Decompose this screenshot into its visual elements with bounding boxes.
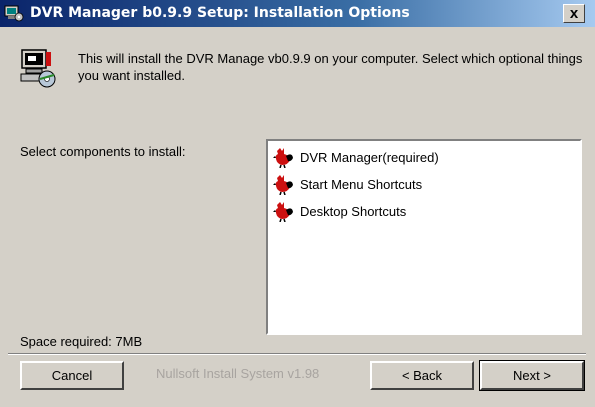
- close-button[interactable]: x: [563, 4, 585, 23]
- component-desktop-shortcuts[interactable]: Desktop Shortcuts: [272, 200, 406, 222]
- component-label: DVR Manager(required): [300, 149, 439, 165]
- rooster-icon: [273, 175, 293, 195]
- components-list[interactable]: DVR Manager(required) Start Menu Shortcu…: [266, 139, 582, 335]
- setup-window: DVR Manager b0.9.9 Setup: Installation O…: [0, 0, 595, 407]
- rooster-icon: [273, 148, 293, 168]
- next-button[interactable]: Next >: [479, 360, 585, 391]
- header-description: This will install the DVR Manage vb0.9.9…: [78, 51, 583, 83]
- back-button[interactable]: < Back: [370, 361, 474, 390]
- title-bar[interactable]: DVR Manager b0.9.9 Setup: Installation O…: [0, 0, 595, 27]
- footer-separator: [8, 353, 586, 355]
- space-required-label: Space required: 7MB: [20, 334, 143, 349]
- rooster-icon: [273, 202, 293, 222]
- computer-disk-icon: [20, 49, 56, 88]
- component-label: Start Menu Shortcuts: [300, 176, 423, 192]
- select-components-label: Select components to install:: [20, 144, 186, 159]
- component-dvr-manager[interactable]: DVR Manager(required): [272, 146, 439, 168]
- component-label: Desktop Shortcuts: [300, 203, 407, 219]
- cancel-button[interactable]: Cancel: [20, 361, 124, 390]
- installer-icon: [4, 5, 24, 22]
- installer-branding: Nullsoft Install System v1.98: [156, 366, 320, 381]
- window-title: DVR Manager b0.9.9 Setup: Installation O…: [30, 5, 410, 21]
- component-start-menu-shortcuts[interactable]: Start Menu Shortcuts: [272, 173, 422, 195]
- close-icon: x: [569, 5, 579, 22]
